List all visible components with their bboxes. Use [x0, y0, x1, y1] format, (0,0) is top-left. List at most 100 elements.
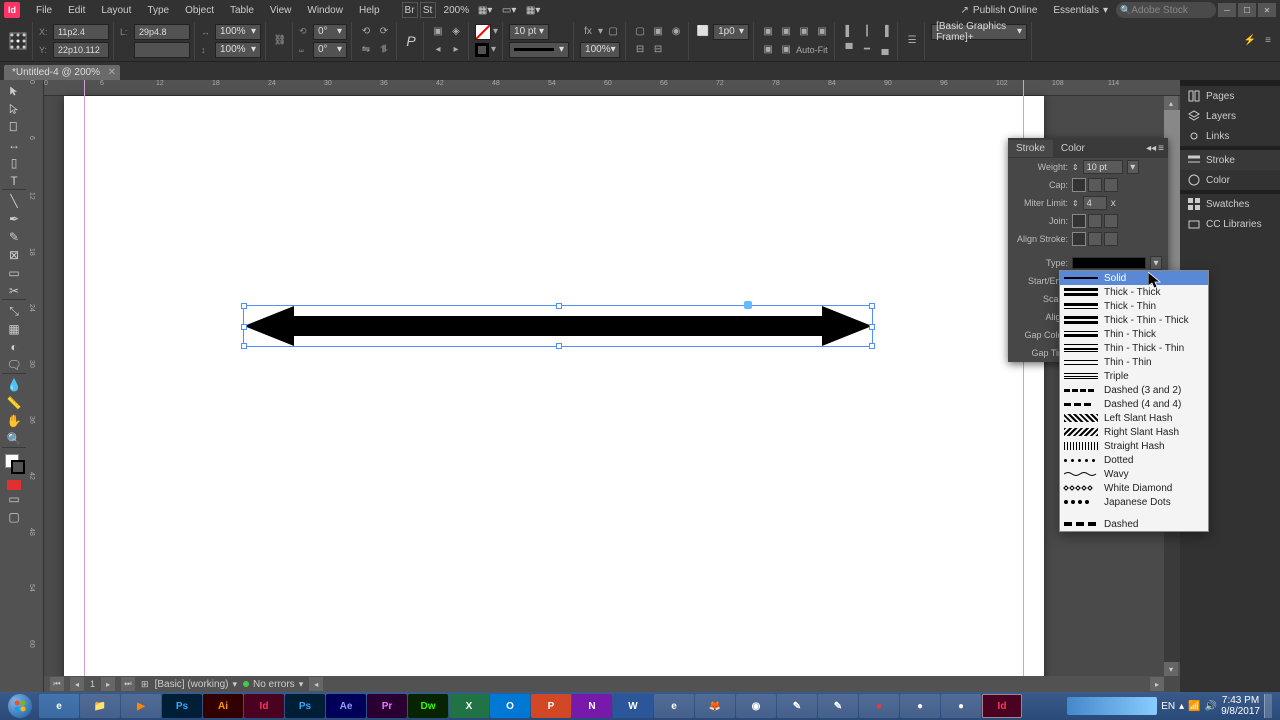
preflight-status[interactable]: No errors ▾: [243, 679, 303, 690]
taskbar-media[interactable]: ▶: [121, 694, 161, 718]
free-transform-tool[interactable]: ⤡: [2, 302, 26, 320]
menu-edit[interactable]: Edit: [60, 2, 93, 19]
corner-icon[interactable]: ⬜: [695, 24, 711, 40]
taskbar-ps[interactable]: Ps: [162, 694, 202, 718]
type-option-right-slant[interactable]: Right Slant Hash: [1060, 425, 1208, 439]
color-tab[interactable]: Color: [1053, 140, 1093, 157]
stroke-swatch[interactable]: [475, 43, 489, 57]
opacity-input[interactable]: 100%▾: [580, 42, 620, 58]
cc-libraries-panel-tab[interactable]: CC Libraries: [1180, 214, 1280, 234]
type-select[interactable]: [1072, 257, 1146, 269]
taskbar-ae[interactable]: Ae: [326, 694, 366, 718]
constrain-icon[interactable]: ⛓: [272, 25, 288, 57]
rotate-input[interactable]: 0°▾: [313, 24, 347, 40]
align-outside-button[interactable]: [1104, 232, 1118, 246]
note-tool[interactable]: 🗨: [2, 356, 26, 374]
scroll-right-button[interactable]: ▸: [1150, 677, 1164, 691]
x-input[interactable]: [53, 24, 109, 40]
stroke-weight-input[interactable]: 10 pt▾: [509, 24, 549, 40]
fill-frame-icon[interactable]: ▣: [796, 24, 812, 40]
gradient-swatch-tool[interactable]: ▦: [2, 320, 26, 338]
type-option-thick-thin-thick[interactable]: Thick - Thin - Thick: [1060, 313, 1208, 327]
arrange-icon[interactable]: ▦▾: [525, 2, 541, 18]
rectangle-tool[interactable]: ▭: [2, 264, 26, 282]
menu-file[interactable]: File: [28, 2, 60, 19]
menu-view[interactable]: View: [262, 2, 300, 19]
cap-square-button[interactable]: [1104, 178, 1118, 192]
menu-object[interactable]: Object: [177, 2, 222, 19]
gradient-feather-tool[interactable]: ◐: [2, 338, 26, 356]
select-container-icon[interactable]: ▣: [430, 24, 446, 40]
type-option-thick-thick[interactable]: Thick - Thick: [1060, 285, 1208, 299]
select-next-icon[interactable]: ▸: [448, 42, 464, 58]
apply-color-icon[interactable]: [7, 480, 21, 490]
eyedropper-tool[interactable]: 💧: [2, 376, 26, 394]
hand-tool[interactable]: ✋: [2, 412, 26, 430]
direct-selection-tool[interactable]: [2, 100, 26, 118]
fx-icon[interactable]: fx: [580, 24, 596, 40]
select-prev-icon[interactable]: ◂: [430, 42, 446, 58]
menu-window[interactable]: Window: [299, 2, 351, 19]
align-center-button[interactable]: [1072, 232, 1086, 246]
type-option-dotted[interactable]: Dotted: [1060, 453, 1208, 467]
taskbar-chrome[interactable]: ◉: [736, 694, 776, 718]
page-tool[interactable]: [2, 118, 26, 136]
weight-input[interactable]: [1083, 160, 1123, 174]
join-round-button[interactable]: [1088, 214, 1102, 228]
wrap-jumpcol-icon[interactable]: ⊟: [650, 42, 666, 58]
workspace-select[interactable]: Essentials▾: [1045, 3, 1116, 18]
corner-size[interactable]: 1p0▾: [713, 24, 749, 40]
system-tray[interactable]: EN ▴ 📶 🔊 7:43 PM9/8/2017: [1061, 694, 1278, 718]
pages-panel-tab[interactable]: Pages: [1180, 86, 1280, 106]
collapse-icon[interactable]: ◂◂: [1146, 143, 1156, 154]
fit-content-icon[interactable]: ▣: [760, 24, 776, 40]
first-page-button[interactable]: ⏮: [50, 677, 64, 691]
align-center-icon[interactable]: ┃: [859, 24, 875, 40]
screen-mode-tool[interactable]: ▢: [2, 508, 26, 526]
gpu-icon[interactable]: ⚡: [1242, 33, 1258, 49]
shear-input[interactable]: 0°▾: [313, 42, 347, 58]
align-inside-button[interactable]: [1088, 232, 1102, 246]
gap-tool[interactable]: ↔: [2, 136, 26, 154]
type-dropdown-button[interactable]: ▾: [1150, 256, 1162, 270]
drop-shadow-icon[interactable]: ▢: [605, 24, 621, 40]
align-bot-icon[interactable]: ▄: [877, 42, 893, 58]
document-tab[interactable]: *Untitled-4 @ 200%✕: [4, 65, 120, 80]
taskbar-edge[interactable]: e: [654, 694, 694, 718]
menu-help[interactable]: Help: [351, 2, 388, 19]
menu-layout[interactable]: Layout: [93, 2, 139, 19]
fit-prop-icon[interactable]: ▣: [760, 42, 776, 58]
h-input[interactable]: [134, 42, 190, 58]
type-option-straight-hash[interactable]: Straight Hash: [1060, 439, 1208, 453]
type-option-wavy[interactable]: Wavy: [1060, 467, 1208, 481]
layers-panel-tab[interactable]: Layers: [1180, 106, 1280, 126]
selection-tool[interactable]: [2, 82, 26, 100]
menu-table[interactable]: Table: [222, 2, 262, 19]
p-icon[interactable]: P: [403, 33, 419, 49]
fit-frame-icon[interactable]: ▣: [778, 24, 794, 40]
type-option-japanese-dots[interactable]: Japanese Dots: [1060, 495, 1208, 509]
weight-dropdown[interactable]: ▾: [1127, 160, 1139, 174]
align-right-icon[interactable]: ▐: [877, 24, 893, 40]
join-bevel-button[interactable]: [1104, 214, 1118, 228]
rotate-cw-icon[interactable]: ⟳: [376, 24, 392, 40]
line-tool[interactable]: ╲: [2, 192, 26, 210]
align-mid-icon[interactable]: ━: [859, 42, 875, 58]
object-style-select[interactable]: [Basic Graphics Frame]+▾: [931, 24, 1027, 40]
reference-point-icon[interactable]: [8, 31, 28, 51]
pen-tool[interactable]: ✒: [2, 210, 26, 228]
type-option-thin-thick[interactable]: Thin - Thick: [1060, 327, 1208, 341]
taskbar-outlook[interactable]: O: [490, 694, 530, 718]
stroke-type-control[interactable]: ▾: [509, 42, 569, 58]
search-input[interactable]: 🔍 Adobe Stock: [1116, 2, 1216, 18]
links-panel-tab[interactable]: Links: [1180, 126, 1280, 146]
fill-swatch[interactable]: [475, 24, 491, 40]
taskbar-firefox[interactable]: 🦊: [695, 694, 735, 718]
tray-clock[interactable]: 7:43 PM9/8/2017: [1221, 695, 1260, 717]
taskbar-app4[interactable]: ●: [941, 694, 981, 718]
page-number[interactable]: 1: [90, 679, 95, 689]
taskbar-ie[interactable]: e: [39, 694, 79, 718]
view-options-icon[interactable]: ▦▾: [477, 2, 493, 18]
swatches-panel-tab[interactable]: Swatches: [1180, 194, 1280, 214]
taskbar-onenote[interactable]: N: [572, 694, 612, 718]
